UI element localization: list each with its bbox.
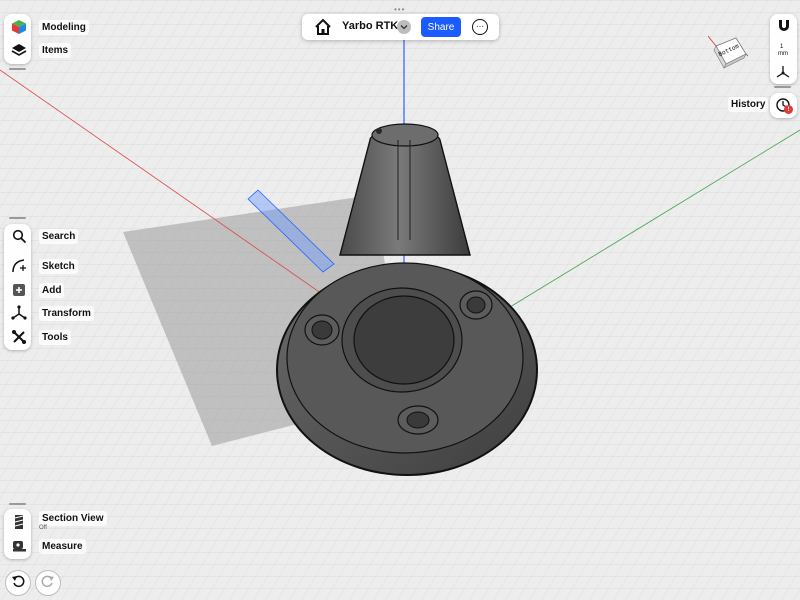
search-button[interactable]: Search xyxy=(8,225,79,247)
magnet-snap-icon[interactable] xyxy=(776,18,792,34)
history-label: History xyxy=(728,97,769,112)
sketch-icon xyxy=(8,255,30,277)
add-label: Add xyxy=(39,282,65,298)
items-label: Items xyxy=(39,42,72,58)
model-boss-left xyxy=(304,314,340,346)
add-icon xyxy=(8,279,30,301)
add-button[interactable]: Add xyxy=(8,279,65,301)
measure-tape-icon xyxy=(8,535,30,557)
3d-viewport[interactable] xyxy=(0,0,800,600)
measure-label: Measure xyxy=(39,538,86,554)
history-button[interactable]: ! xyxy=(770,93,797,118)
history-badge: ! xyxy=(784,105,793,114)
tools-button[interactable]: Tools xyxy=(8,326,71,348)
unit-value[interactable]: 1 xyxy=(780,44,783,50)
share-button[interactable]: Share xyxy=(421,17,461,37)
section-view-state: Off xyxy=(39,525,47,531)
unit-label[interactable]: mm xyxy=(778,51,788,57)
transform-label: Transform xyxy=(39,305,94,321)
sketch-label: Sketch xyxy=(39,258,78,274)
modeling-cube-icon xyxy=(8,16,30,38)
tools-icon xyxy=(8,326,30,348)
home-icon[interactable] xyxy=(314,18,332,36)
model-center-bore xyxy=(353,295,455,385)
window-grip-dots[interactable]: ••• xyxy=(394,5,405,14)
model-boss-bottom xyxy=(397,405,439,435)
view-cube[interactable]: Bottom xyxy=(707,32,749,72)
redo-icon xyxy=(41,574,55,593)
left-top-handle[interactable] xyxy=(9,68,26,70)
modeling-button[interactable]: Modeling xyxy=(8,16,89,38)
project-dropdown-icon[interactable] xyxy=(397,20,411,34)
section-view-label: Section View xyxy=(39,510,107,526)
measure-button[interactable]: Measure xyxy=(8,535,86,557)
transform-button[interactable]: Transform xyxy=(8,302,94,324)
undo-icon xyxy=(11,574,25,593)
search-icon xyxy=(8,225,30,247)
left-tools-handle[interactable] xyxy=(9,217,26,219)
project-title[interactable]: Yarbo RTK xyxy=(342,20,398,32)
sketch-button[interactable]: Sketch xyxy=(8,255,78,277)
undo-button[interactable] xyxy=(5,570,31,596)
modeling-label: Modeling xyxy=(39,19,89,35)
more-options-icon[interactable]: ··· xyxy=(472,19,488,35)
section-view-button[interactable]: Section View xyxy=(8,510,107,533)
model-boss-right xyxy=(459,290,493,320)
transform-icon xyxy=(8,302,30,324)
items-button[interactable]: Items xyxy=(8,39,72,61)
model-top-cap xyxy=(371,123,439,147)
top-bar: Yarbo RTK Share ··· xyxy=(302,14,499,40)
search-label: Search xyxy=(39,228,79,244)
section-view-icon xyxy=(8,511,30,533)
redo-button[interactable] xyxy=(35,570,61,596)
axis-gizmo-icon[interactable] xyxy=(776,65,790,79)
left-bottom-handle[interactable] xyxy=(9,503,26,505)
right-history-handle[interactable] xyxy=(774,86,791,88)
tools-label: Tools xyxy=(39,329,71,345)
layers-icon xyxy=(8,39,30,61)
